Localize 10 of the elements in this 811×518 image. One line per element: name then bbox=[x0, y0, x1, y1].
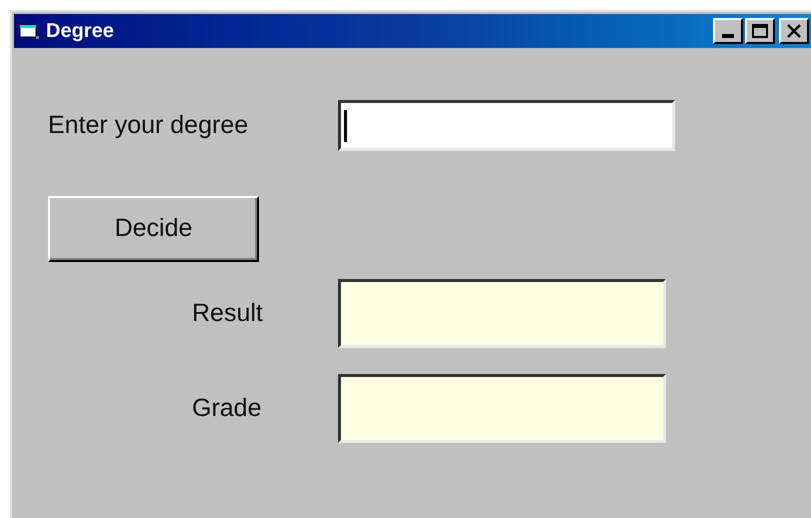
minimize-button[interactable] bbox=[713, 18, 743, 44]
window-title: Degree bbox=[46, 19, 114, 44]
output-label: Grade bbox=[192, 392, 262, 424]
close-icon bbox=[787, 24, 801, 38]
field-label: Enter your degree bbox=[48, 110, 250, 141]
close-button[interactable] bbox=[779, 18, 809, 44]
maximize-button[interactable] bbox=[745, 18, 775, 44]
decide-button[interactable]: Decide bbox=[48, 196, 259, 262]
output-label: Result bbox=[192, 298, 264, 329]
degree-input-field[interactable] bbox=[338, 100, 675, 151]
